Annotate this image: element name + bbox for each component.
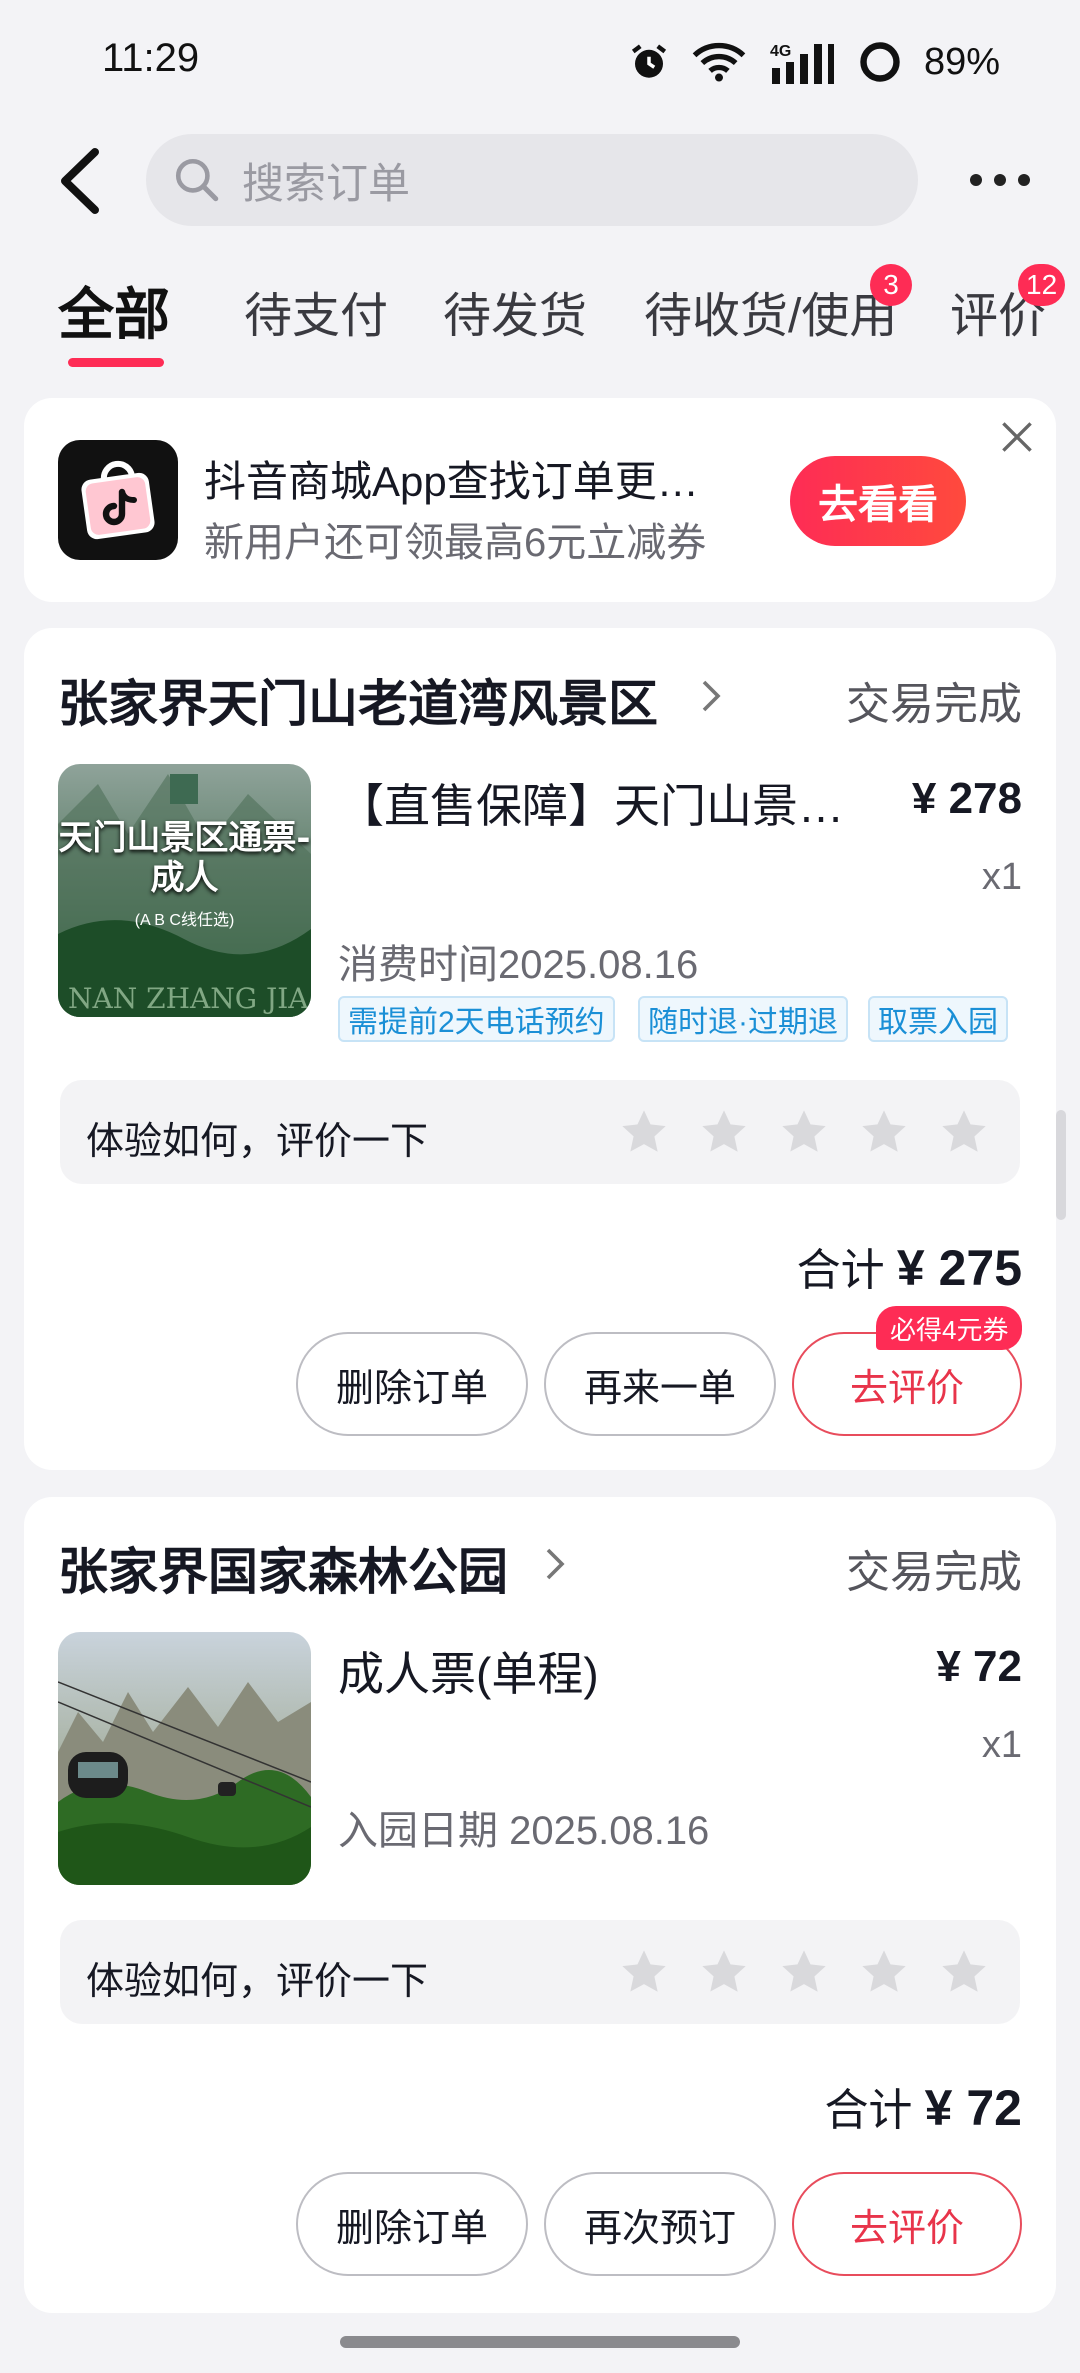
item-price: ¥ 278 — [911, 774, 1022, 823]
star-icon[interactable] — [938, 1106, 990, 1158]
order-status: 交易完成 — [846, 680, 1022, 729]
tab-pending-payment[interactable]: 待支付 — [244, 276, 388, 346]
item-title[interactable]: 【直售保障】天门山景… — [338, 770, 844, 836]
total-label: 合计 — [824, 2086, 913, 2135]
tab-pending-receipt-badge: 3 — [870, 264, 912, 306]
product-thumbnail[interactable]: 天门山景区通票-成人 (A B C线任选) NAN ZHANG JIA — [58, 764, 311, 1017]
status-time: 11:29 — [102, 36, 200, 80]
promo-subtitle: 新用户还可领最高6元立减券 — [204, 521, 707, 565]
delete-order-button[interactable]: 删除订单 — [296, 2172, 528, 2276]
rating-stars[interactable] — [618, 1106, 990, 1158]
more-options-icon[interactable] — [970, 168, 1030, 192]
review-button[interactable]: 去评价 — [792, 2172, 1022, 2276]
promo-view-button[interactable]: 去看看 — [790, 456, 966, 546]
total-amount: ¥ 72 — [924, 2080, 1022, 2136]
close-icon[interactable] — [1000, 420, 1034, 454]
tab-active-indicator — [68, 358, 164, 367]
thumbnail-watermark: NAN ZHANG JIA — [68, 982, 309, 1015]
search-bar[interactable]: 搜索订单 — [146, 134, 918, 226]
coupon-badge: 必得4元券 — [876, 1306, 1023, 1350]
home-indicator[interactable] — [340, 2336, 740, 2348]
promo-title: 抖音商城App查找订单更… — [204, 458, 699, 505]
search-placeholder: 搜索订单 — [242, 159, 411, 207]
star-icon[interactable] — [698, 1946, 750, 1998]
rating-stars[interactable] — [618, 1946, 990, 1998]
review-prompt: 体验如何，评价一下 — [86, 1961, 429, 2003]
thumbnail-subcaption: (A B C线任选) — [134, 912, 235, 929]
total-amount: ¥ 275 — [896, 1240, 1022, 1296]
star-icon[interactable] — [858, 1106, 910, 1158]
battery-percent: 89% — [923, 40, 1000, 83]
item-price: ¥ 72 — [936, 1642, 1022, 1691]
search-icon — [175, 158, 219, 202]
star-icon[interactable] — [938, 1946, 990, 1998]
rebook-button[interactable]: 再次预订 — [544, 2172, 776, 2276]
star-icon[interactable] — [618, 1106, 670, 1158]
item-quantity: x1 — [981, 856, 1022, 898]
scrollbar-thumb[interactable] — [1056, 1110, 1066, 1220]
battery-icon — [860, 42, 900, 82]
review-prompt: 体验如何，评价一下 — [86, 1121, 429, 1163]
item-quantity: x1 — [981, 1724, 1022, 1766]
tag-refund: 随时退·过期退 — [638, 996, 848, 1042]
status-icons: 4G 89% — [628, 30, 1000, 94]
tab-pending-receipt[interactable]: 待收货/使用 — [644, 276, 897, 346]
item-title[interactable]: 成人票(单程) — [338, 1638, 599, 1704]
svg-text:4G: 4G — [770, 43, 791, 60]
order-status: 交易完成 — [846, 1548, 1022, 1597]
star-icon[interactable] — [778, 1946, 830, 1998]
star-icon[interactable] — [698, 1106, 750, 1158]
star-icon[interactable] — [778, 1106, 830, 1158]
signal-4g-icon: 4G — [770, 43, 834, 84]
tag-ticket-pickup: 取票入园 — [868, 996, 1008, 1042]
total-label: 合计 — [796, 1246, 885, 1295]
chevron-right-icon[interactable] — [700, 678, 722, 714]
star-icon[interactable] — [618, 1946, 670, 1998]
alarm-icon — [631, 44, 666, 78]
order-total: 合计 ¥ 275 — [797, 1234, 1022, 1298]
entry-date: 入园日期 2025.08.16 — [338, 1809, 710, 1853]
shop-name[interactable]: 张家界国家森林公园 — [58, 1532, 508, 1604]
product-thumbnail[interactable] — [58, 1632, 311, 1885]
tab-review-badge: 12 — [1018, 264, 1066, 306]
back-arrow-icon[interactable] — [55, 148, 105, 214]
shop-name[interactable]: 张家界天门山老道湾风景区 — [58, 664, 658, 736]
wifi-icon — [692, 43, 746, 82]
tab-pending-shipment[interactable]: 待发货 — [443, 276, 587, 346]
chevron-right-icon[interactable] — [544, 1546, 566, 1582]
thumbnail-caption: 天门山景区通票-成人 — [58, 818, 311, 898]
delete-order-button[interactable]: 删除订单 — [296, 1332, 528, 1436]
order-total: 合计 ¥ 72 — [824, 2074, 1022, 2138]
reorder-button[interactable]: 再来一单 — [544, 1332, 776, 1436]
douyin-mall-app-icon — [58, 440, 178, 560]
tag-reserve-ahead: 需提前2天电话预约 — [338, 996, 615, 1042]
consume-date: 消费时间2025.08.16 — [338, 943, 699, 987]
star-icon[interactable] — [858, 1946, 910, 1998]
tab-all[interactable]: 全部 — [58, 270, 170, 351]
